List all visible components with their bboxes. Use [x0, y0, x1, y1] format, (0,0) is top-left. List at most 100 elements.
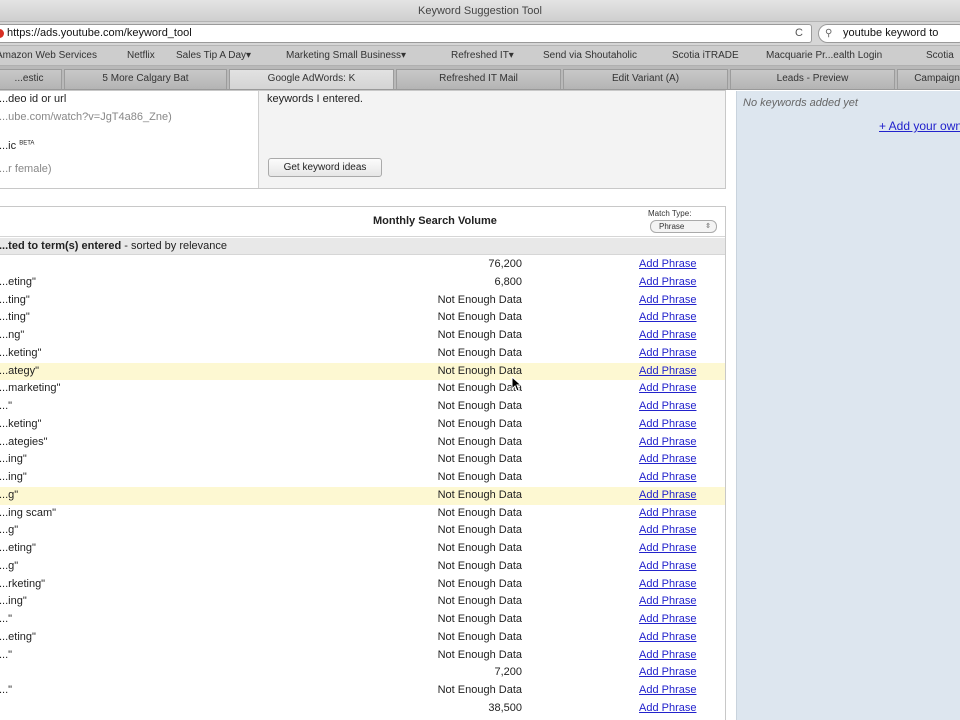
- video-input-panel: ...deo id or url ...ube.com/watch?v=JgT4…: [0, 91, 257, 188]
- table-row: ...rketing" Not Enough Data Add Phrase: [0, 576, 725, 594]
- keyword-cell: ...g": [0, 559, 19, 572]
- browser-tab[interactable]: Refreshed IT Mail: [396, 69, 561, 89]
- add-phrase-link[interactable]: Add Phrase: [639, 400, 696, 412]
- sort-description: - sorted by relevance: [121, 240, 228, 252]
- table-row: ...keting" Not Enough Data Add Phrase: [0, 416, 725, 434]
- bookmark-item[interactable]: Scotia: [926, 50, 954, 61]
- table-row: 7,200 Add Phrase: [0, 664, 725, 682]
- browser-tab-active[interactable]: Google AdWords: K: [229, 69, 394, 89]
- window-title: Keyword Suggestion Tool: [418, 5, 542, 17]
- bookmark-item[interactable]: Refreshed IT▾: [451, 50, 514, 61]
- search-volume-cell: Not Enough Data: [437, 329, 522, 341]
- add-your-own-link[interactable]: + Add your own: [879, 119, 960, 133]
- browser-tab[interactable]: Edit Variant (A): [563, 69, 728, 89]
- address-toolbar: https://ads.youtube.com/keyword_tool C ⚲…: [0, 22, 960, 46]
- keyword-input-form: ...deo id or url ...ube.com/watch?v=JgT4…: [0, 90, 726, 189]
- add-phrase-link[interactable]: Add Phrase: [639, 524, 696, 536]
- add-phrase-link[interactable]: Add Phrase: [639, 560, 696, 572]
- keyword-cell: ...g": [0, 488, 19, 501]
- table-row: ...keting" Not Enough Data Add Phrase: [0, 345, 725, 363]
- add-phrase-link[interactable]: Add Phrase: [639, 311, 696, 323]
- results-section-header: ...ted to term(s) entered - sorted by re…: [0, 238, 725, 255]
- table-row: ...ting" Not Enough Data Add Phrase: [0, 309, 725, 327]
- add-phrase-link[interactable]: Add Phrase: [639, 507, 696, 519]
- browser-search-field[interactable]: ⚲ youtube keyword to: [818, 24, 960, 43]
- add-phrase-link[interactable]: Add Phrase: [639, 382, 696, 394]
- url-field[interactable]: https://ads.youtube.com/keyword_tool C: [0, 24, 812, 43]
- search-volume-cell: Not Enough Data: [437, 417, 522, 430]
- table-row: ..." Not Enough Data Add Phrase: [0, 682, 725, 700]
- keyword-cell: ...rketing": [0, 577, 46, 590]
- bookmark-item[interactable]: Macquarie Pr...ealth Login: [766, 50, 882, 61]
- search-volume-cell: Not Enough Data: [437, 559, 522, 572]
- search-volume-cell: 76,200: [488, 258, 522, 270]
- add-phrase-link[interactable]: Add Phrase: [639, 702, 696, 714]
- match-type-select[interactable]: Phrase ⇳: [650, 220, 717, 233]
- table-row: ..." Not Enough Data Add Phrase: [0, 398, 725, 416]
- add-phrase-link[interactable]: Add Phrase: [639, 258, 696, 270]
- demographic-label: ...ic BETA: [0, 140, 35, 152]
- add-phrase-link[interactable]: Add Phrase: [639, 294, 696, 306]
- table-row: ...ing" Not Enough Data Add Phrase: [0, 451, 725, 469]
- table-row: ...eting" 6,800 Add Phrase: [0, 274, 725, 292]
- add-phrase-link[interactable]: Add Phrase: [639, 631, 696, 643]
- keyword-cell: ...": [0, 613, 13, 625]
- demographic-example: ...r female): [0, 163, 52, 175]
- search-volume-cell: Not Enough Data: [437, 453, 522, 466]
- add-phrase-link[interactable]: Add Phrase: [639, 613, 696, 625]
- search-volume-cell: Not Enough Data: [437, 293, 522, 306]
- video-url-example: ...ube.com/watch?v=JgT4a86_Zne): [0, 111, 172, 123]
- bookmark-item[interactable]: Netflix: [127, 50, 155, 61]
- add-phrase-link[interactable]: Add Phrase: [639, 489, 696, 501]
- keyword-cell: ...": [0, 648, 13, 661]
- keyword-cell: ...ing": [0, 471, 27, 483]
- search-volume-cell: Not Enough Data: [437, 595, 522, 608]
- get-keyword-ideas-button[interactable]: Get keyword ideas: [268, 158, 382, 177]
- match-type-label: Match Type:: [648, 209, 692, 218]
- site-favicon-icon: [0, 29, 4, 38]
- table-row: ..." Not Enough Data Add Phrase: [0, 611, 725, 629]
- add-phrase-link[interactable]: Add Phrase: [639, 684, 696, 696]
- search-volume-cell: Not Enough Data: [437, 364, 522, 377]
- browser-tab[interactable]: Campaign: [897, 69, 960, 89]
- add-phrase-link[interactable]: Add Phrase: [639, 471, 696, 483]
- keyword-cell: ...ting": [0, 293, 30, 306]
- add-phrase-link[interactable]: Add Phrase: [639, 436, 696, 448]
- table-row: ...ing scam" Not Enough Data Add Phrase: [0, 505, 725, 523]
- add-phrase-link[interactable]: Add Phrase: [639, 276, 696, 288]
- table-row: 38,500 Add Phrase: [0, 700, 725, 718]
- bookmark-item[interactable]: Scotia iTRADE: [672, 50, 739, 61]
- no-keywords-message: No keywords added yet: [743, 97, 858, 109]
- bookmark-item[interactable]: Amazon Web Services: [0, 50, 97, 61]
- add-phrase-link[interactable]: Add Phrase: [639, 666, 696, 678]
- keyword-cell: ...ategy": [0, 364, 39, 377]
- keyword-cell: ...eting": [0, 630, 36, 643]
- search-volume-cell: Not Enough Data: [437, 577, 522, 590]
- keyword-cell: ...eting": [0, 542, 36, 554]
- keywords-entered-text: keywords I entered.: [267, 93, 363, 105]
- add-phrase-link[interactable]: Add Phrase: [639, 365, 696, 377]
- table-row: 76,200 Add Phrase: [0, 256, 725, 274]
- table-row: ...eting" Not Enough Data Add Phrase: [0, 629, 725, 647]
- add-phrase-link[interactable]: Add Phrase: [639, 347, 696, 359]
- bookmarks-bar: Amazon Web Services Netflix Sales Tip A …: [0, 46, 960, 66]
- add-phrase-link[interactable]: Add Phrase: [639, 329, 696, 341]
- bookmark-item[interactable]: Send via Shoutaholic: [543, 50, 637, 61]
- add-phrase-link[interactable]: Add Phrase: [639, 453, 696, 465]
- add-phrase-link[interactable]: Add Phrase: [639, 595, 696, 607]
- add-phrase-link[interactable]: Add Phrase: [639, 542, 696, 554]
- add-phrase-link[interactable]: Add Phrase: [639, 649, 696, 661]
- search-volume-cell: Not Enough Data: [437, 684, 522, 696]
- search-volume-cell: Not Enough Data: [437, 400, 522, 412]
- keyword-cell: ...ing scam": [0, 506, 57, 519]
- browser-tab[interactable]: 5 More Calgary Bat: [64, 69, 227, 89]
- reload-icon[interactable]: C: [795, 25, 803, 42]
- bookmark-item[interactable]: Marketing Small Business▾: [286, 50, 406, 61]
- add-phrase-link[interactable]: Add Phrase: [639, 418, 696, 430]
- browser-tab[interactable]: Leads - Preview: [730, 69, 895, 89]
- search-volume-cell: Not Enough Data: [437, 630, 522, 643]
- browser-tab[interactable]: ...estic: [0, 69, 62, 89]
- search-volume-cell: Not Enough Data: [437, 435, 522, 448]
- add-phrase-link[interactable]: Add Phrase: [639, 578, 696, 590]
- bookmark-item[interactable]: Sales Tip A Day▾: [176, 50, 251, 61]
